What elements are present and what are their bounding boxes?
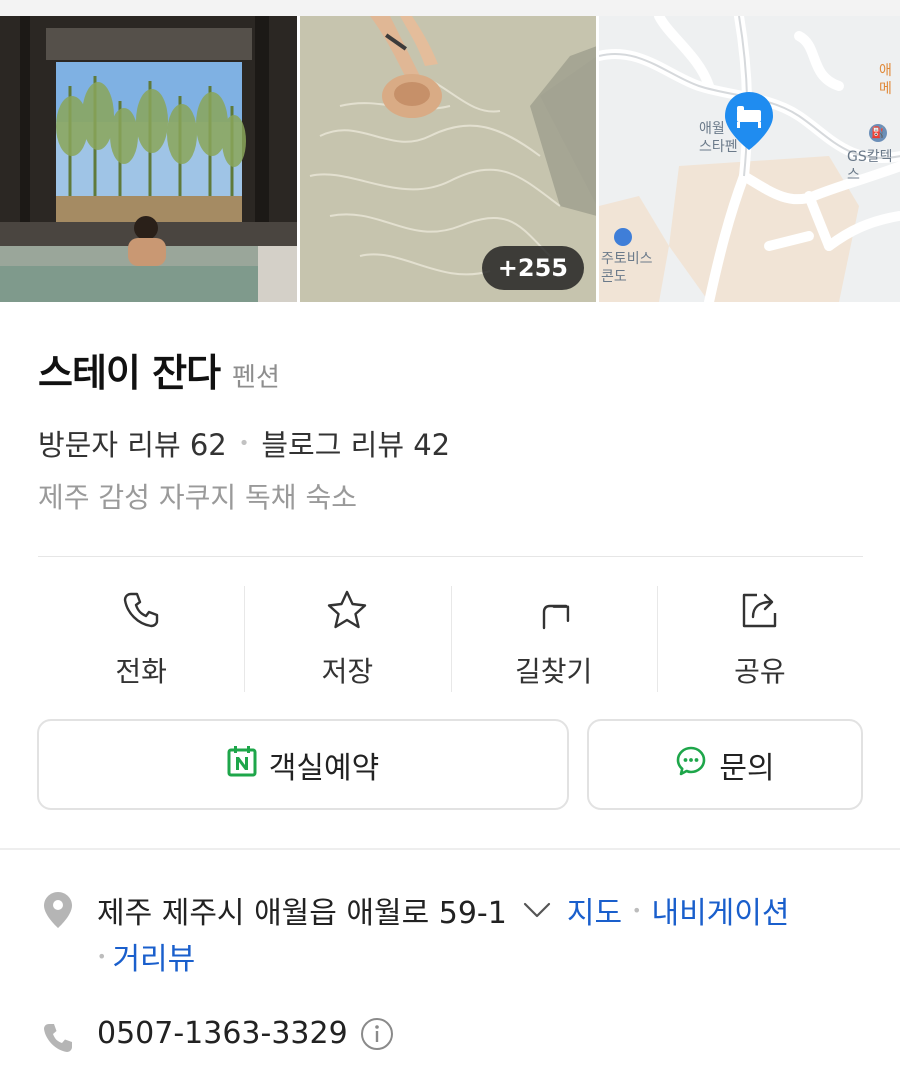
gas-station-icon: ⛽ <box>869 124 887 142</box>
map-label-condo: 주토비스 콘도 <box>601 251 653 285</box>
separator-dot: • <box>632 900 642 920</box>
review-summary: 방문자 리뷰 62 • 블로그 리뷰 42 <box>38 422 450 464</box>
address-row-continued: • 거리뷰 <box>97 934 195 978</box>
photo-gallery: +255 애월 스타펜 ⛽ GS칼텍스 주토비스 콘도 애 메 <box>0 16 900 302</box>
share-icon <box>738 588 782 632</box>
blog-review-link[interactable]: 블로그 리뷰 42 <box>261 422 450 464</box>
photo-water-hands[interactable]: +255 <box>300 16 596 302</box>
separator-dot: • <box>238 432 250 454</box>
info-circle-icon[interactable] <box>360 1017 394 1051</box>
directions-action[interactable]: 길찾기 <box>450 586 657 692</box>
section-separator <box>0 848 900 850</box>
street-view-link[interactable]: 거리뷰 <box>112 934 195 978</box>
map-label-gas-station: GS칼텍스 <box>847 149 893 183</box>
inquiry-button[interactable]: 문의 <box>587 719 863 810</box>
inquiry-label: 문의 <box>719 750 775 786</box>
section-divider <box>38 556 863 557</box>
action-bar: 전화 저장 길찾기 공유 <box>38 586 863 692</box>
navigation-link[interactable]: 내비게이션 <box>651 888 789 932</box>
separator-dot: • <box>97 946 107 966</box>
visitor-review-link[interactable]: 방문자 리뷰 62 <box>38 422 227 464</box>
share-action[interactable]: 공유 <box>656 586 863 692</box>
star-icon <box>325 588 369 632</box>
address-text: 제주 제주시 애월읍 애월로 59-1 <box>97 896 507 931</box>
reserve-room-button[interactable]: 객실예약 <box>37 719 569 810</box>
jacuzzi-photo-illustration <box>0 16 297 302</box>
map-link[interactable]: 지도 <box>567 888 622 932</box>
map-thumbnail[interactable]: 애월 스타펜 ⛽ GS칼텍스 주토비스 콘도 애 메 <box>599 16 900 302</box>
phone-info-icon <box>38 1018 78 1058</box>
phone-number[interactable]: 0507-1363-3329 <box>97 1016 348 1051</box>
save-action-label: 저장 <box>321 655 374 688</box>
directions-icon <box>532 588 576 632</box>
share-action-label: 공유 <box>734 655 786 688</box>
place-title-row: 스테이 잔다 펜션 <box>38 342 280 397</box>
call-action-label: 전화 <box>115 655 167 688</box>
phone-row: 0507-1363-3329 <box>97 1016 394 1051</box>
directions-action-label: 길찾기 <box>514 655 593 688</box>
photo-jacuzzi-window[interactable] <box>0 16 297 302</box>
call-action[interactable]: 전화 <box>38 586 244 692</box>
place-description: 제주 감성 자쿠지 독채 숙소 <box>38 481 357 514</box>
save-action[interactable]: 저장 <box>244 586 450 692</box>
naver-booking-icon <box>227 745 257 785</box>
chat-bubble-icon <box>675 745 707 785</box>
map-label-hotel: 애월 스타펜 <box>699 121 738 155</box>
reserve-room-label: 객실예약 <box>268 750 380 786</box>
phone-icon <box>119 588 163 632</box>
location-pin-icon <box>38 890 78 930</box>
chevron-down-icon[interactable] <box>523 901 551 919</box>
top-status-strip <box>0 0 900 16</box>
lodging-icon <box>614 228 632 246</box>
photo-count-badge[interactable]: +255 <box>481 246 584 290</box>
address-row: 제주 제주시 애월읍 애월로 59-1 지도 • 내비게이션 <box>97 888 789 932</box>
map-label-corner: 애 메 <box>879 63 892 97</box>
place-category: 펜션 <box>232 363 280 393</box>
place-name: 스테이 잔다 <box>38 351 221 395</box>
